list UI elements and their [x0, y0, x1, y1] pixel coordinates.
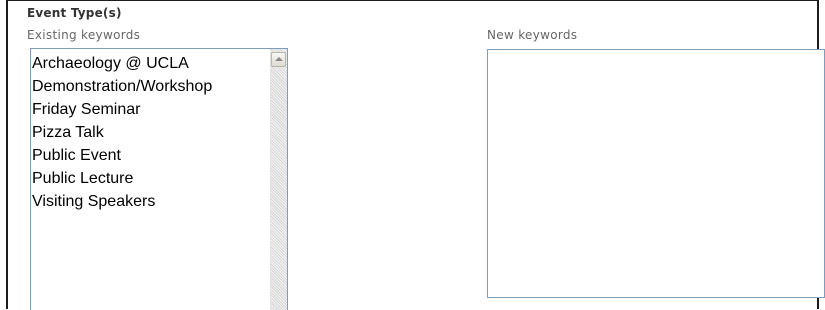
keywords-panel: Event Type(s) Existing keywords New keyw…: [6, 0, 825, 310]
list-option[interactable]: Visiting Speakers: [31, 190, 270, 213]
existing-keywords-listbox[interactable]: Archaeology @ UCLA Demonstration/Worksho…: [30, 48, 288, 310]
existing-keywords-label: Existing keywords: [27, 28, 141, 42]
list-option[interactable]: Public Lecture: [31, 167, 270, 190]
new-keywords-textarea[interactable]: [487, 49, 825, 298]
existing-keywords-options: Archaeology @ UCLA Demonstration/Worksho…: [31, 49, 270, 310]
list-option[interactable]: Public Event: [31, 144, 270, 167]
list-option[interactable]: Pizza Talk: [31, 121, 270, 144]
scroll-up-arrow-icon[interactable]: [271, 52, 286, 67]
list-option[interactable]: Friday Seminar: [31, 98, 270, 121]
listbox-scrollbar[interactable]: [270, 49, 287, 310]
list-option[interactable]: Demonstration/Workshop: [31, 75, 270, 98]
new-keywords-label: New keywords: [487, 28, 578, 42]
section-title: Event Type(s): [27, 6, 122, 20]
list-option[interactable]: Archaeology @ UCLA: [31, 52, 270, 75]
